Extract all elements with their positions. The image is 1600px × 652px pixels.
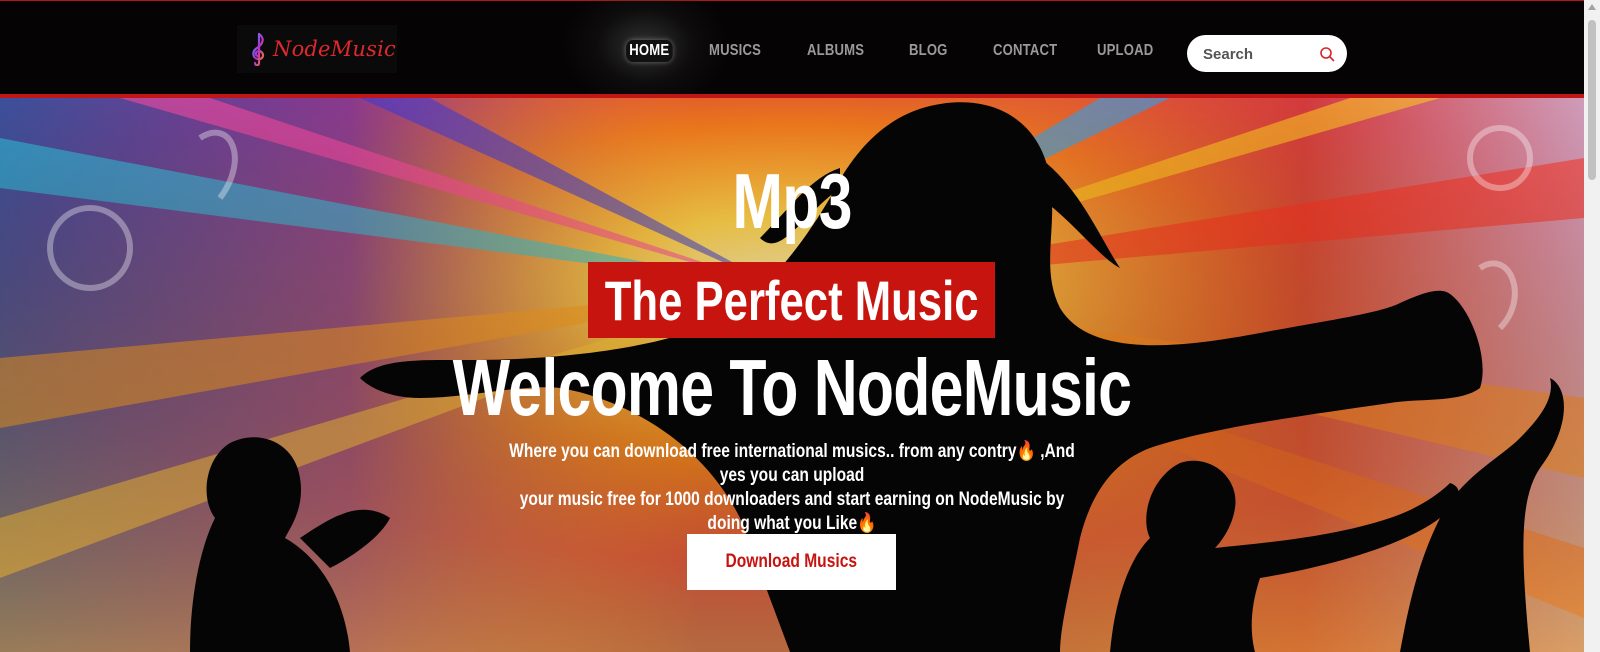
nav-contact[interactable]: CONTACT — [993, 42, 1057, 60]
hero-tagline-box: The Perfect Music — [588, 262, 995, 338]
nav-musics[interactable]: MUSICS — [709, 42, 761, 60]
hero-description: Where you can download free internationa… — [509, 441, 1075, 534]
nav-home[interactable]: HOME — [626, 40, 673, 62]
download-musics-label: Download Musics — [725, 551, 858, 572]
hero-content: Mp3 The Perfect Music Welcome To NodeMus… — [0, 98, 1584, 652]
search-input[interactable] — [1201, 43, 1315, 65]
download-musics-button[interactable]: Download Musics — [687, 534, 896, 590]
search-icon[interactable] — [1319, 46, 1335, 62]
hero-tagline: The Perfect Music — [604, 268, 979, 332]
treble-clef-icon — [252, 32, 265, 66]
site-logo[interactable]: NodeMusic — [237, 25, 397, 73]
hero-section: Mp3 The Perfect Music Welcome To NodeMus… — [0, 98, 1584, 652]
nav-albums[interactable]: ALBUMS — [807, 42, 864, 60]
page-scrollbar[interactable] — [1584, 0, 1600, 652]
nav-blog[interactable]: BLOG — [909, 42, 948, 60]
nav-upload[interactable]: UPLOAD — [1097, 42, 1153, 60]
site-header: NodeMusic HOME MUSICS ALBUMS BLOG CONTAC… — [0, 0, 1584, 111]
logo-text: NodeMusic — [273, 37, 396, 61]
hero-title: Welcome To NodeMusic — [452, 343, 1132, 432]
hero-eyebrow: Mp3 — [732, 157, 852, 245]
scroll-up-arrow-icon[interactable] — [1588, 4, 1596, 10]
search-box — [1187, 35, 1347, 72]
scrollbar-thumb[interactable] — [1588, 20, 1596, 180]
